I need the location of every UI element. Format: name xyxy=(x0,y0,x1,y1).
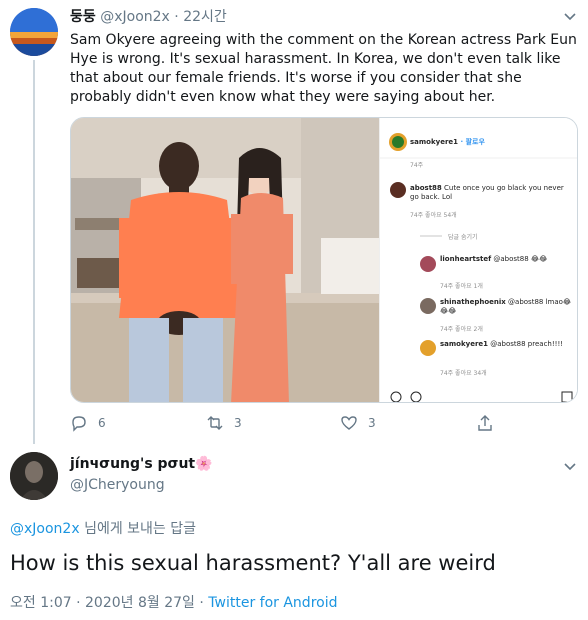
tweet-time[interactable]: 22시간 xyxy=(183,9,227,25)
instagram-screenshot: samokyere1 · 팔로우 74주 abost88 Cute once y… xyxy=(379,118,577,402)
sunset-avatar-image xyxy=(10,8,58,56)
reply-author-handle[interactable]: @JCheryoung xyxy=(70,477,165,493)
meta-separator: · xyxy=(199,595,204,611)
replying-to-suffix: 님에게 보내는 답글 xyxy=(79,521,197,537)
person-avatar-image xyxy=(10,452,58,500)
chevron-down-icon[interactable] xyxy=(563,12,577,22)
instagram-username: samokyere1 xyxy=(410,138,459,146)
author-avatar[interactable] xyxy=(10,8,58,56)
reply-count: 6 xyxy=(98,416,106,430)
thread-connector xyxy=(33,60,35,444)
instagram-comment-3: shinathephoenix @abost88 lmao😂😂😂 xyxy=(440,298,575,316)
header-separator: · xyxy=(174,9,179,25)
reply-button[interactable]: 6 xyxy=(70,412,106,434)
comment-user: lionheartstef xyxy=(440,255,492,263)
comment-user: samokyere1 xyxy=(440,340,489,348)
meta-separator: · xyxy=(76,595,81,611)
reply-author-avatar[interactable] xyxy=(10,452,58,500)
reply-tweet[interactable]: jínчσung's pσut🌸 @JCheryoung @xJoon2x 님에… xyxy=(0,450,588,620)
chevron-down-icon[interactable] xyxy=(563,462,577,472)
tweet-media[interactable]: samokyere1 · 팔로우 74주 abost88 Cute once y… xyxy=(70,117,578,403)
instagram-follow: · 팔로우 xyxy=(460,138,485,146)
retweet-icon xyxy=(207,416,223,430)
reply-meta: 오전 1:07 · 2020년 8월 27일 · Twitter for And… xyxy=(10,592,337,612)
reply-text: How is this sexual harassment? Y'all are… xyxy=(10,551,496,575)
tweet-text: Sam Okyere agreeing with the comment on … xyxy=(70,32,577,105)
replying-to-handle[interactable]: @xJoon2x xyxy=(10,521,80,537)
reply-author-name[interactable]: jínчσung's pσut🌸 xyxy=(70,456,213,472)
reply-time[interactable]: 오전 1:07 xyxy=(10,595,72,611)
instagram-comment-2: lionheartstef @abost88 😂😂 xyxy=(440,255,575,264)
author-name[interactable]: 둥둥 xyxy=(70,9,96,25)
reply-icon xyxy=(72,416,86,432)
photo-image xyxy=(71,118,379,402)
tweet-photo[interactable] xyxy=(71,118,379,402)
comment-text: @abost88 preach!!!! xyxy=(490,340,564,348)
author-handle[interactable]: @xJoon2x xyxy=(100,9,170,25)
comment-user: shinathephoenix xyxy=(440,298,506,306)
hide-replies: 답글 숨기기 xyxy=(448,234,478,241)
comment-user: abost88 xyxy=(410,184,442,192)
comment-meta: 74주 좋아요 54개 xyxy=(410,212,457,219)
reply-date[interactable]: 2020년 8월 27일 xyxy=(85,595,195,611)
like-count: 3 xyxy=(368,416,376,430)
share-icon xyxy=(478,415,492,431)
tweet-actions: 6 3 3 xyxy=(70,412,510,434)
original-tweet[interactable]: 둥둥 @xJoon2x · 22시간 Sam Okyere agreeing w… xyxy=(0,0,588,444)
retweet-count: 3 xyxy=(234,416,242,430)
share-button[interactable] xyxy=(476,412,504,434)
tweet-header: 둥둥 @xJoon2x · 22시간 xyxy=(70,8,227,26)
retweet-button[interactable]: 3 xyxy=(206,412,242,434)
instagram-age: 74주 xyxy=(410,162,424,169)
reply-source[interactable]: Twitter for Android xyxy=(208,595,337,611)
comment-meta: 74주 좋아요 34개 xyxy=(440,370,487,377)
replying-to: @xJoon2x 님에게 보내는 답글 xyxy=(10,518,196,538)
instagram-comment-4: samokyere1 @abost88 preach!!!! xyxy=(440,340,575,349)
heart-icon xyxy=(341,416,357,430)
comment-meta: 74주 좋아요 2개 xyxy=(440,326,483,333)
comment-meta: 74주 좋아요 1개 xyxy=(440,283,483,290)
like-button[interactable]: 3 xyxy=(340,412,376,434)
comment-text: @abost88 😂😂 xyxy=(493,255,548,263)
instagram-comment-1: abost88 Cute once you go black you never… xyxy=(410,184,570,202)
